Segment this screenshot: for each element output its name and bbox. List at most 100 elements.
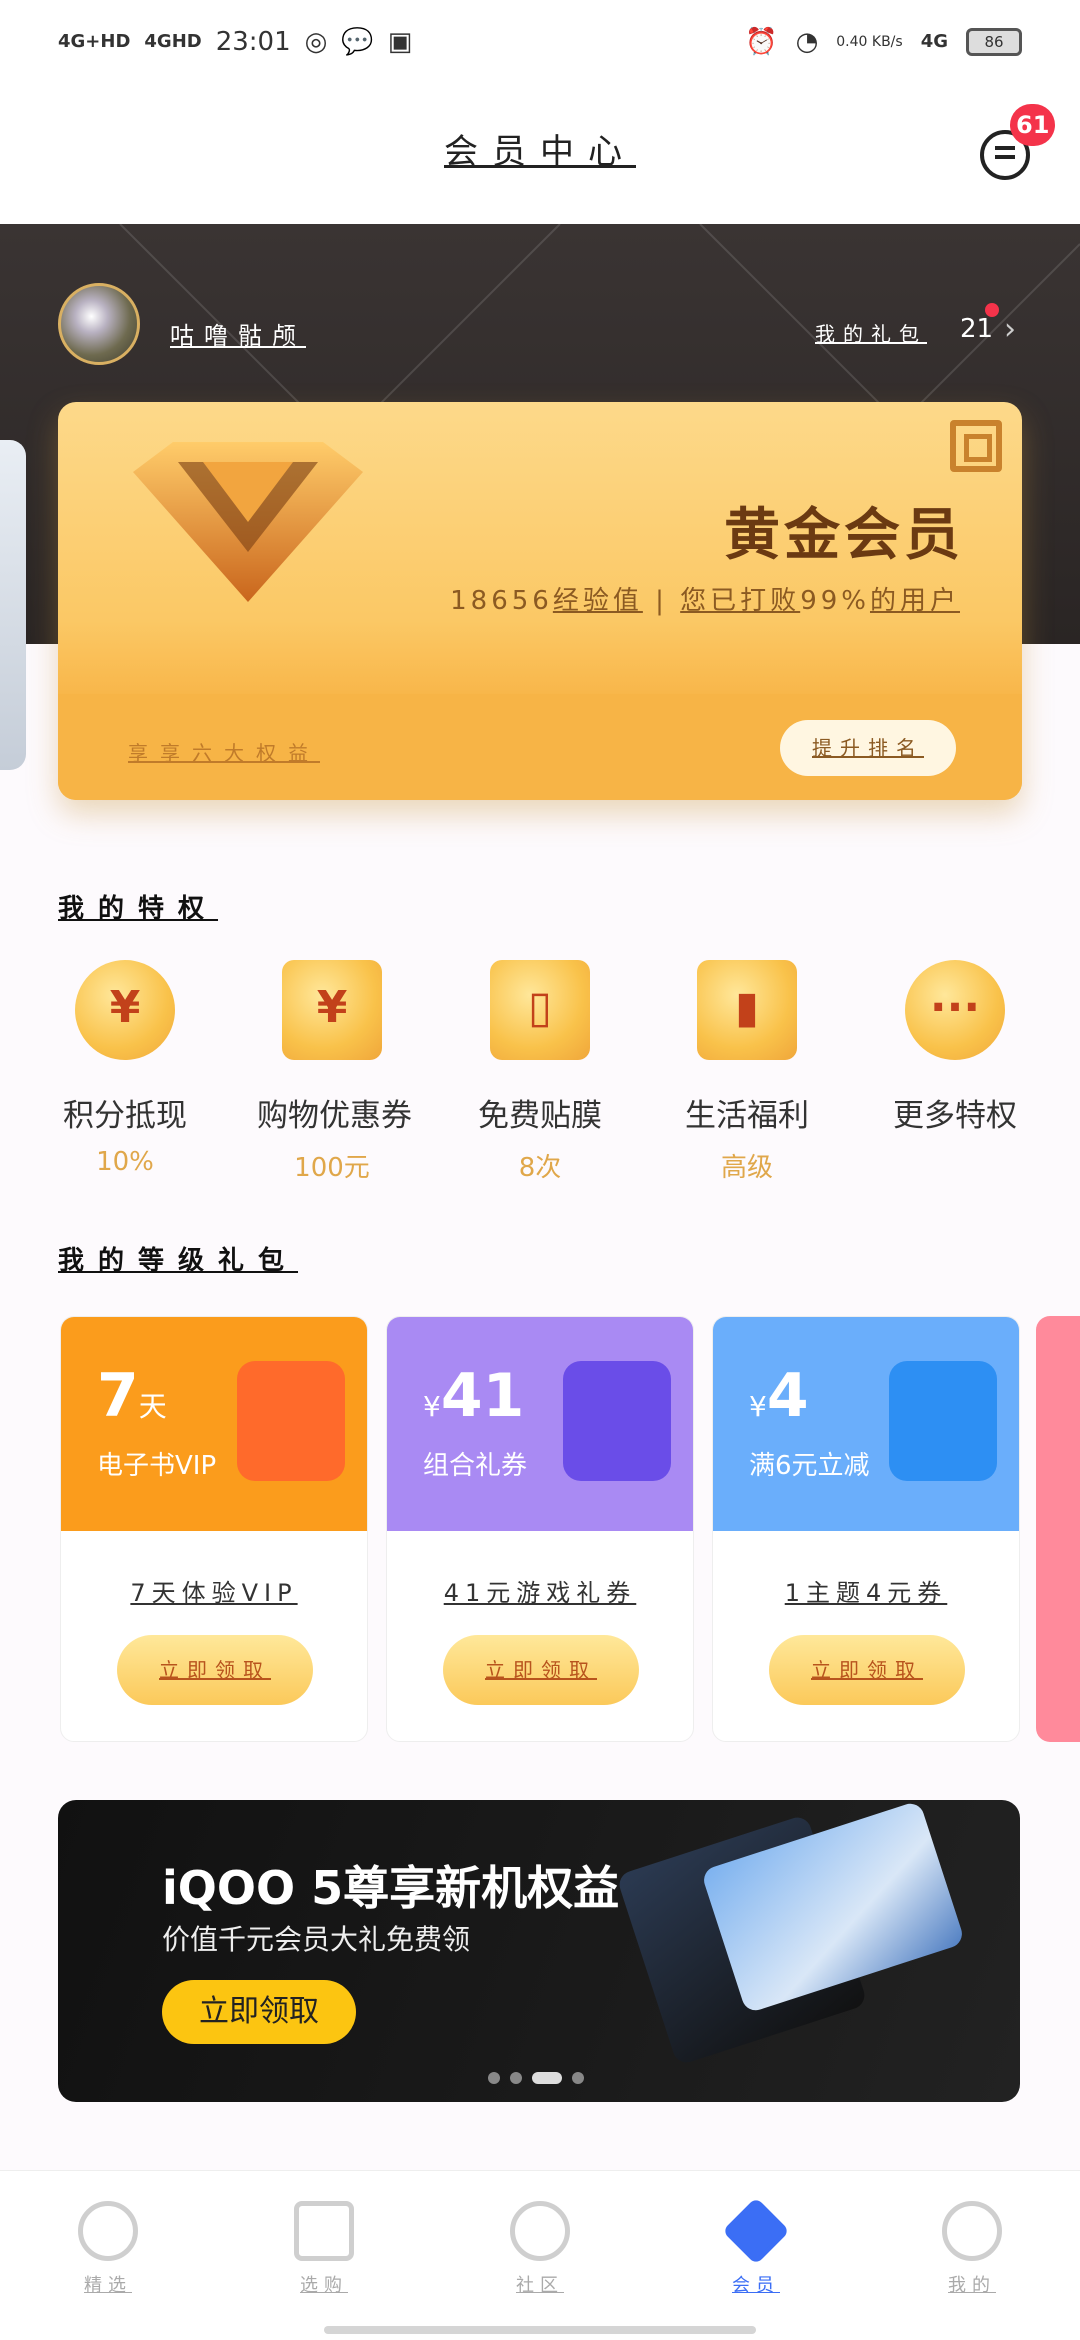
level-gift-card[interactable]: 7天电子书VIP 7天体验VIP 立即领取 bbox=[60, 1316, 368, 1742]
gift-count: 21 bbox=[960, 314, 994, 344]
nav-item-featured[interactable]: 精选 bbox=[48, 2201, 168, 2297]
page: 4G+HD 4GHD 23:01 ◎ 💬 ▣ ⏰ ◔ 0.40 KB/s 4G … bbox=[0, 0, 1080, 2340]
privilege-symbol: ▮ bbox=[734, 982, 760, 1033]
message-badge: 61 bbox=[1010, 104, 1056, 146]
gift-number: 4 bbox=[766, 1361, 809, 1431]
carousel-dot[interactable] bbox=[572, 2072, 584, 2084]
adjacent-tier-card[interactable] bbox=[0, 440, 26, 770]
level-gift-card[interactable]: ¥4 满6元立减 1主题4元券立即领取 bbox=[712, 1316, 1020, 1742]
gift-subtitle: 组合礼券 bbox=[423, 1451, 528, 1481]
tshirt-icon bbox=[889, 1361, 997, 1481]
carousel-dot-active[interactable] bbox=[532, 2072, 562, 2084]
heart-icon bbox=[78, 2201, 138, 2261]
gift-description: 7天体验VIP bbox=[130, 1579, 298, 1607]
gift-card-header: ¥4 满6元立减 bbox=[713, 1317, 1019, 1531]
privilege-item[interactable]: ¥ 积分抵现 10% bbox=[50, 960, 200, 1177]
beat-suffix: 的用户 bbox=[869, 586, 960, 616]
battery-icon: 86 bbox=[966, 28, 1022, 56]
privilege-item[interactable]: ▯ 免费贴膜 8次 bbox=[465, 960, 615, 1184]
gift-subtitle: 电子书VIP bbox=[97, 1451, 217, 1481]
privilege-value: 10% bbox=[96, 1147, 154, 1177]
gamepad-icon bbox=[563, 1361, 671, 1481]
app-header: 会员中心 61 bbox=[0, 84, 1080, 224]
nav-item-member[interactable]: 会员 bbox=[696, 2197, 816, 2297]
signal-1: 4G+HD bbox=[58, 31, 131, 52]
carousel-dot[interactable] bbox=[510, 2072, 522, 2084]
privilege-item[interactable]: ¥ 购物优惠券 100元 bbox=[257, 960, 412, 1184]
nav-label: 我的 bbox=[948, 2275, 996, 2296]
ticket-icon: ¥ bbox=[282, 960, 382, 1060]
improve-rank-button[interactable]: 提升排名 bbox=[780, 720, 956, 776]
claim-button[interactable]: 立即领取 bbox=[117, 1635, 313, 1705]
chevron-right-icon[interactable]: › bbox=[1004, 312, 1016, 347]
member-card[interactable]: 黄金会员 18656经验值 | 您已打败99%的用户 享享六大权益 提升排名 bbox=[58, 402, 1022, 800]
divider: | bbox=[655, 586, 681, 616]
gift-unread-dot bbox=[985, 303, 999, 317]
experience-line: 18656经验值 | 您已打败99%的用户 bbox=[450, 580, 960, 617]
coupon-peek[interactable] bbox=[1036, 1316, 1080, 1742]
gift-description: 1主题4元券 bbox=[784, 1579, 948, 1607]
gift-card-header: ¥41 组合礼券 bbox=[387, 1317, 693, 1531]
alarm-icon: ⏰ bbox=[745, 27, 778, 57]
signal-3: 4G bbox=[920, 31, 948, 52]
qr-code-icon[interactable] bbox=[950, 420, 1002, 472]
avatar[interactable] bbox=[58, 283, 140, 365]
gift-amount: ¥4 bbox=[749, 1361, 809, 1431]
gift-description: 41元游戏礼券 bbox=[443, 1579, 637, 1607]
banner-claim-button[interactable]: 立即领取 bbox=[162, 1980, 356, 2044]
gift-amount: 7天 bbox=[97, 1361, 167, 1431]
status-bar: 4G+HD 4GHD 23:01 ◎ 💬 ▣ ⏰ ◔ 0.40 KB/s 4G … bbox=[0, 0, 1080, 84]
smile-face-icon bbox=[942, 2201, 1002, 2261]
my-gifts-link[interactable]: 我的礼包 bbox=[815, 318, 927, 347]
privilege-symbol: ▯ bbox=[527, 982, 553, 1033]
privilege-value: 100元 bbox=[294, 1153, 370, 1183]
home-indicator[interactable] bbox=[324, 2326, 756, 2334]
promo-banner[interactable]: iQOO 5尊享新机权益 价值千元会员大礼免费领 立即领取 bbox=[58, 1800, 1020, 2102]
ebook-icon bbox=[237, 1361, 345, 1481]
privilege-symbol: ¥ bbox=[109, 982, 141, 1033]
user-name[interactable]: 咕噜骷颅 bbox=[170, 316, 306, 351]
phone-image-front bbox=[700, 1800, 966, 2014]
beat-percent: 99% bbox=[800, 586, 870, 616]
level-gifts-title: 我的等级礼包 bbox=[58, 1246, 299, 1276]
privilege-name: 免费贴膜 bbox=[478, 1098, 602, 1134]
chat-notification-icon: 💬 bbox=[341, 27, 374, 57]
nav-label: 选购 bbox=[300, 2275, 348, 2296]
claim-button[interactable]: 立即领取 bbox=[769, 1635, 965, 1705]
yen-coin-icon: ¥ bbox=[75, 960, 175, 1060]
level-gift-card[interactable]: ¥41 组合礼券 41元游戏礼券立即领取 bbox=[386, 1316, 694, 1742]
net-speed: 0.40 KB/s bbox=[836, 34, 903, 50]
nav-item-shop[interactable]: 选购 bbox=[264, 2201, 384, 2297]
privilege-value: 8次 bbox=[518, 1153, 562, 1183]
privileges-title: 我的特权 bbox=[58, 894, 219, 924]
tier-name: 黄金会员 bbox=[724, 503, 964, 568]
phone-film-icon: ▯ bbox=[490, 960, 590, 1060]
bottom-nav: 精选 选购 社区 会员 我的 bbox=[0, 2170, 1080, 2340]
clock: 23:01 bbox=[215, 27, 291, 57]
nav-item-mine[interactable]: 我的 bbox=[912, 2201, 1032, 2297]
gift-subtitle: 满6元立减 bbox=[749, 1451, 870, 1481]
exp-value: 18656 bbox=[450, 586, 553, 616]
gift-box-icon: ▮ bbox=[697, 960, 797, 1060]
gift-card-header: 7天电子书VIP bbox=[61, 1317, 367, 1531]
privilege-name: 更多特权 bbox=[893, 1098, 1017, 1134]
gift-unit: ¥ bbox=[749, 1390, 767, 1423]
carousel-dot[interactable] bbox=[488, 2072, 500, 2084]
gift-unit: 天 bbox=[138, 1390, 167, 1423]
banner-subtitle: 价值千元会员大礼免费领 bbox=[162, 1923, 471, 1956]
privilege-name: 生活福利 bbox=[685, 1098, 809, 1134]
nav-label: 会员 bbox=[732, 2275, 780, 2296]
gift-amount: ¥41 bbox=[423, 1361, 524, 1431]
privilege-name: 积分抵现 bbox=[63, 1098, 187, 1134]
exp-label: 经验值 bbox=[552, 586, 643, 616]
privilege-symbol: ··· bbox=[929, 982, 981, 1033]
gift-number: 41 bbox=[440, 1361, 525, 1431]
privilege-item[interactable]: ▮ 生活福利 高级 bbox=[672, 960, 822, 1184]
carousel-indicator[interactable] bbox=[488, 2072, 584, 2084]
perks-label[interactable]: 享享六大权益 bbox=[128, 737, 320, 766]
claim-button[interactable]: 立即领取 bbox=[443, 1635, 639, 1705]
privilege-item[interactable]: ··· 更多特权 bbox=[880, 960, 1030, 1147]
more-icon: ··· bbox=[905, 960, 1005, 1060]
nav-item-community[interactable]: 社区 bbox=[480, 2201, 600, 2297]
chat-bubble-icon bbox=[510, 2201, 570, 2261]
